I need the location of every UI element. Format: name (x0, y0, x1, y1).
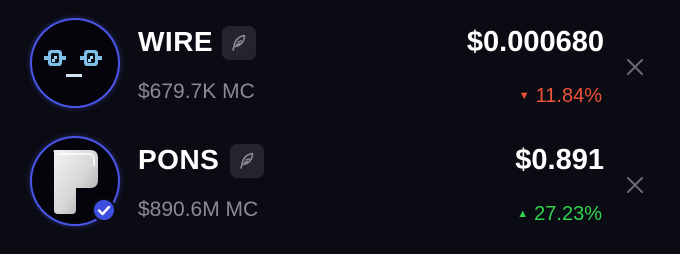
close-icon (627, 177, 643, 193)
market-cap: $679.7K MC (138, 80, 255, 103)
remove-token-button[interactable] (624, 174, 646, 196)
feather-icon (240, 152, 254, 169)
token-list: WIRE $679.7K MC $0.000680 ▼ 11.84% PONS … (0, 0, 680, 254)
price-change: ▲ 27.23% (517, 202, 602, 226)
price-change-value: 27.23% (534, 203, 602, 225)
close-icon (627, 59, 643, 75)
token-price: $0.891 (515, 144, 604, 176)
pixel-face-avatar-icon (44, 50, 102, 77)
token-price: $0.000680 (466, 26, 604, 58)
feather-source-button[interactable] (222, 26, 256, 60)
feather-icon (232, 34, 246, 51)
price-change: ▼ 11.84% (519, 84, 602, 108)
token-row-pons[interactable]: PONS $890.6M MC $0.891 ▲ 27.23% (0, 130, 680, 240)
verified-badge-icon (92, 198, 116, 222)
token-ticker: PONS (138, 144, 220, 175)
price-change-value: 11.84% (535, 85, 602, 107)
remove-token-button[interactable] (624, 56, 646, 78)
token-ticker: WIRE (138, 26, 214, 57)
triangle-up-icon: ▲ (517, 208, 529, 220)
token-row-wire[interactable]: WIRE $679.7K MC $0.000680 ▼ 11.84% (0, 12, 680, 122)
token-avatar (30, 18, 120, 108)
triangle-down-icon: ▼ (518, 90, 530, 102)
feather-source-button[interactable] (230, 144, 264, 178)
market-cap: $890.6M MC (138, 198, 259, 221)
